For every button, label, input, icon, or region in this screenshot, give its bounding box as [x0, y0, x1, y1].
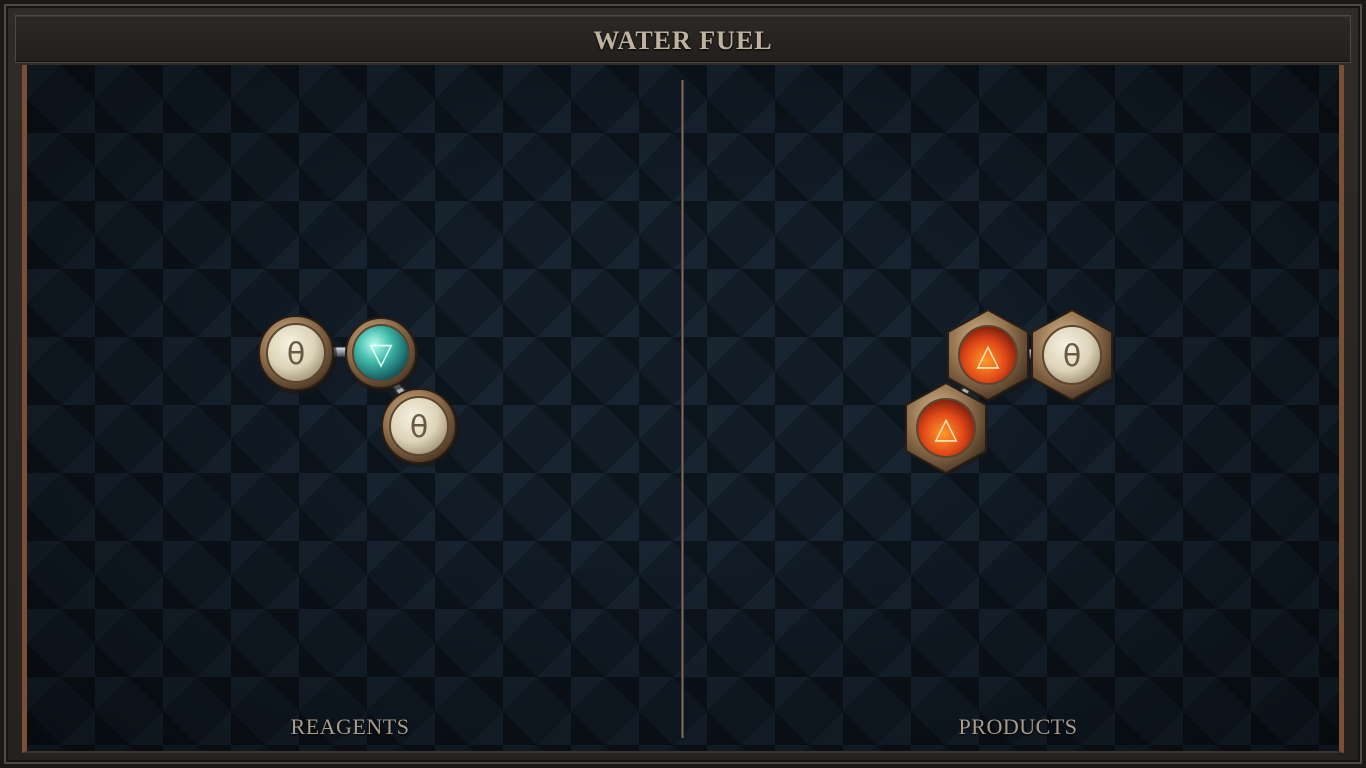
title-bar: WATER FUEL: [15, 15, 1351, 63]
reagents-label: REAGENTS: [290, 714, 410, 739]
page-title: WATER FUEL: [593, 26, 773, 55]
panel-divider: [681, 80, 684, 738]
products-label: PRODUCTS: [958, 714, 1078, 739]
